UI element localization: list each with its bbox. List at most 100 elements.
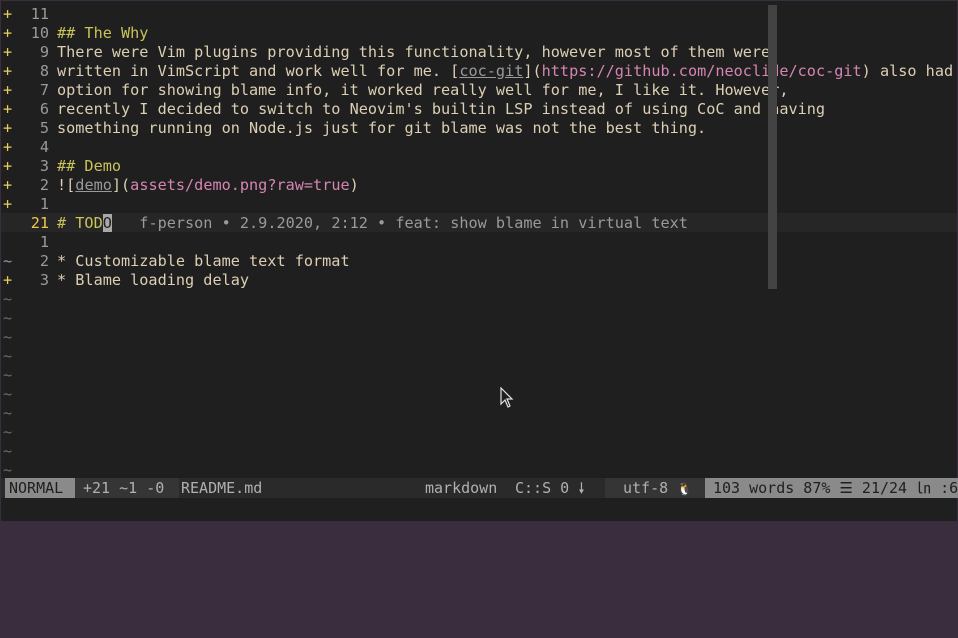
link-text[interactable]: demo — [75, 176, 112, 194]
text-cursor: O — [102, 214, 112, 232]
link-text[interactable]: coc-git — [459, 62, 523, 80]
line-text: * Customizable blame text format — [57, 252, 350, 270]
git-sign: + — [3, 62, 13, 80]
line-number: 1 — [39, 195, 49, 213]
git-sign: ~ — [3, 252, 13, 270]
buffer-line[interactable]: ~2 * Customizable blame text format — [1, 252, 957, 271]
line-text-before-cursor: # TOD — [57, 214, 103, 232]
file-name: README.md — [181, 479, 263, 497]
git-sign: + — [3, 119, 13, 137]
empty-line: ~ — [1, 366, 957, 385]
line-number: 5 — [39, 119, 49, 137]
git-sign: + — [3, 24, 13, 42]
buffer-line[interactable]: +7 option for showing blame info, it work… — [1, 81, 957, 100]
file-encoding: utf-8 🐧 — [605, 478, 719, 498]
buffer-line[interactable]: +2 ![demo](assets/demo.png?raw=true) — [1, 176, 957, 195]
mouse-pointer-icon — [500, 387, 514, 408]
buffer-line[interactable]: +1 — [1, 195, 957, 214]
git-sign: + — [3, 157, 13, 175]
git-sign: + — [3, 43, 13, 61]
line-number: 9 — [39, 43, 49, 61]
empty-line: ~ — [1, 347, 957, 366]
tilde-marker: ~ — [3, 290, 13, 308]
empty-line: ~ — [1, 385, 957, 404]
line-number: 7 — [39, 81, 49, 99]
line-number: 1 — [39, 233, 49, 251]
link-bracket-close: ) also had — [861, 62, 954, 80]
tilde-marker: ~ — [3, 385, 13, 403]
link-bracket-open: written in VimScript and work well for m… — [57, 62, 460, 80]
line-number: 8 — [39, 62, 49, 80]
line-number: 21 — [30, 214, 49, 232]
line-number: 2 — [39, 176, 49, 194]
link-url[interactable]: https://github.com/neoclide/coc-git — [542, 62, 862, 80]
mode-indicator: NORMAL — [5, 478, 75, 498]
tilde-marker: ~ — [3, 366, 13, 384]
link-bracket-close: ) — [349, 176, 359, 194]
line-text: ## The Why — [57, 24, 149, 42]
link-separator: ]( — [111, 176, 131, 194]
buffer-line[interactable]: +3 * Blame loading delay — [1, 271, 957, 290]
line-number: 4 — [39, 138, 49, 156]
git-sign: + — [3, 138, 13, 156]
tilde-marker: ~ — [3, 347, 13, 365]
empty-line: ~ — [1, 442, 957, 461]
line-number: 2 — [39, 252, 49, 270]
link-separator: ]( — [523, 62, 542, 80]
line-text: written in VimScript and work well for m… — [57, 62, 953, 81]
line-text: # TODO f-person • 2.9.2020, 2:12 • feat:… — [57, 214, 688, 233]
cursor-position: 103 words 87% ☰ 21/24 ㏑ :6 — [705, 478, 958, 498]
lsp-status: C::S 0 🠗 — [509, 478, 607, 498]
file-type: markdown — [425, 479, 498, 497]
line-text: There were Vim plugins providing this fu… — [57, 43, 771, 61]
link-url[interactable]: assets/demo.png?raw=true — [130, 176, 349, 194]
tilde-marker: ~ — [3, 423, 13, 441]
line-number: 3 — [39, 271, 49, 289]
buffer-line[interactable]: +10 ## The Why — [1, 24, 957, 43]
lsp-status-text: C::S 0 — [515, 479, 570, 497]
empty-line: ~ — [1, 290, 957, 309]
buffer-line[interactable]: +5 something running on Node.js just for … — [1, 119, 957, 138]
link-bracket-open: ![ — [57, 176, 76, 194]
line-number: 10 — [30, 24, 49, 42]
git-sign: + — [3, 100, 13, 118]
empty-line: ~ — [1, 328, 957, 347]
line-text: ![demo](assets/demo.png?raw=true) — [57, 176, 359, 195]
tilde-marker: ~ — [3, 442, 13, 460]
buffer-line[interactable]: 1 — [1, 233, 957, 252]
buffer-line[interactable]: 21 # TODO f-person • 2.9.2020, 2:12 • fea… — [1, 214, 957, 233]
lsp-arrow-icon: 🠗 — [578, 479, 585, 497]
line-number: 6 — [39, 100, 49, 118]
line-number: 11 — [30, 5, 49, 23]
buffer-line[interactable]: +11 — [1, 5, 957, 24]
tilde-marker: ~ — [3, 328, 13, 346]
git-diff-summary: +21 ~1 -0 — [75, 478, 179, 498]
command-line[interactable] — [1, 498, 957, 521]
line-text: ## Demo — [57, 157, 122, 175]
tilde-marker: ~ — [3, 309, 13, 327]
git-sign: + — [3, 176, 13, 194]
tilde-marker: ~ — [3, 404, 13, 422]
buffer-line[interactable]: +4 — [1, 138, 957, 157]
buffer-line[interactable]: +8 written in VimScript and work well for… — [1, 62, 957, 81]
status-line: NORMAL +21 ~1 -0 README.md markdown C::S… — [1, 478, 958, 498]
git-sign: + — [3, 81, 13, 99]
git-blame-virtual-text: f-person • 2.9.2020, 2:12 • feat: show b… — [111, 214, 688, 232]
empty-line: ~ — [1, 309, 957, 328]
scrollbar[interactable] — [768, 5, 777, 289]
buffer-line[interactable]: +9 There were Vim plugins providing this … — [1, 43, 957, 62]
git-sign: + — [3, 5, 13, 23]
empty-line: ~ — [1, 404, 957, 423]
linux-icon: 🐧 — [677, 482, 693, 496]
empty-line: ~ — [1, 423, 957, 442]
encoding-text: utf-8 — [623, 479, 669, 497]
buffer-line[interactable]: +6 recently I decided to switch to Neovim… — [1, 100, 957, 119]
line-text: something running on Node.js just for gi… — [57, 119, 707, 137]
line-number: 3 — [39, 157, 49, 175]
line-text: option for showing blame info, it worked… — [57, 81, 789, 99]
git-sign: + — [3, 271, 13, 289]
line-text: * Blame loading delay — [57, 271, 250, 289]
editor-window[interactable]: +11 +10 ## The Why +9 There were Vim plugins… — [1, 1, 957, 521]
buffer-line[interactable]: +3 ## Demo — [1, 157, 957, 176]
git-sign: + — [3, 195, 13, 213]
